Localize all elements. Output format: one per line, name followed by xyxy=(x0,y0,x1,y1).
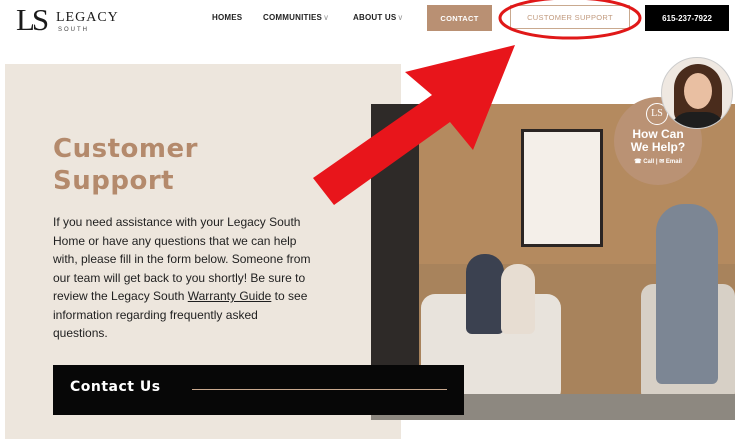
wall-art xyxy=(521,129,603,247)
legacy-south-logo[interactable]: LS LEGACY SOUTH xyxy=(16,2,126,37)
logo-sub: SOUTH xyxy=(58,27,89,33)
phone-button[interactable]: 615-237-7922 xyxy=(645,5,729,31)
logo-mark: LS xyxy=(16,2,49,37)
logo-name: LEGACY xyxy=(56,10,119,25)
man-on-phone-figure xyxy=(656,204,718,384)
contact-us-label: Contact Us xyxy=(70,379,161,395)
intro-text: If you need assistance with your Legacy … xyxy=(53,215,311,340)
nav-homes[interactable]: HOMES xyxy=(212,13,242,22)
warranty-guide-link[interactable]: Warranty Guide xyxy=(188,289,272,303)
divider-line xyxy=(192,389,447,390)
chevron-down-icon: ∨ xyxy=(397,13,404,22)
nav-communities[interactable]: COMMUNITIES∨ xyxy=(263,13,329,22)
nav-about-us[interactable]: ABOUT US∨ xyxy=(353,13,403,22)
contact-button[interactable]: CONTACT xyxy=(427,5,492,31)
contact-us-bar[interactable]: Contact Us xyxy=(53,365,464,415)
help-title: How Can We Help? xyxy=(630,127,686,154)
customer-support-button[interactable]: CUSTOMER SUPPORT xyxy=(510,5,630,29)
child-figure xyxy=(466,254,504,334)
support-agent-avatar[interactable] xyxy=(661,57,733,129)
child-figure xyxy=(501,264,535,334)
page-title: Customer Support xyxy=(53,134,198,196)
site-header: LS LEGACY SOUTH HOMES COMMUNITIES∨ ABOUT… xyxy=(0,0,735,40)
help-call-email[interactable]: ☎ Call | ✉ Email xyxy=(614,158,702,165)
chevron-down-icon: ∨ xyxy=(323,13,330,22)
